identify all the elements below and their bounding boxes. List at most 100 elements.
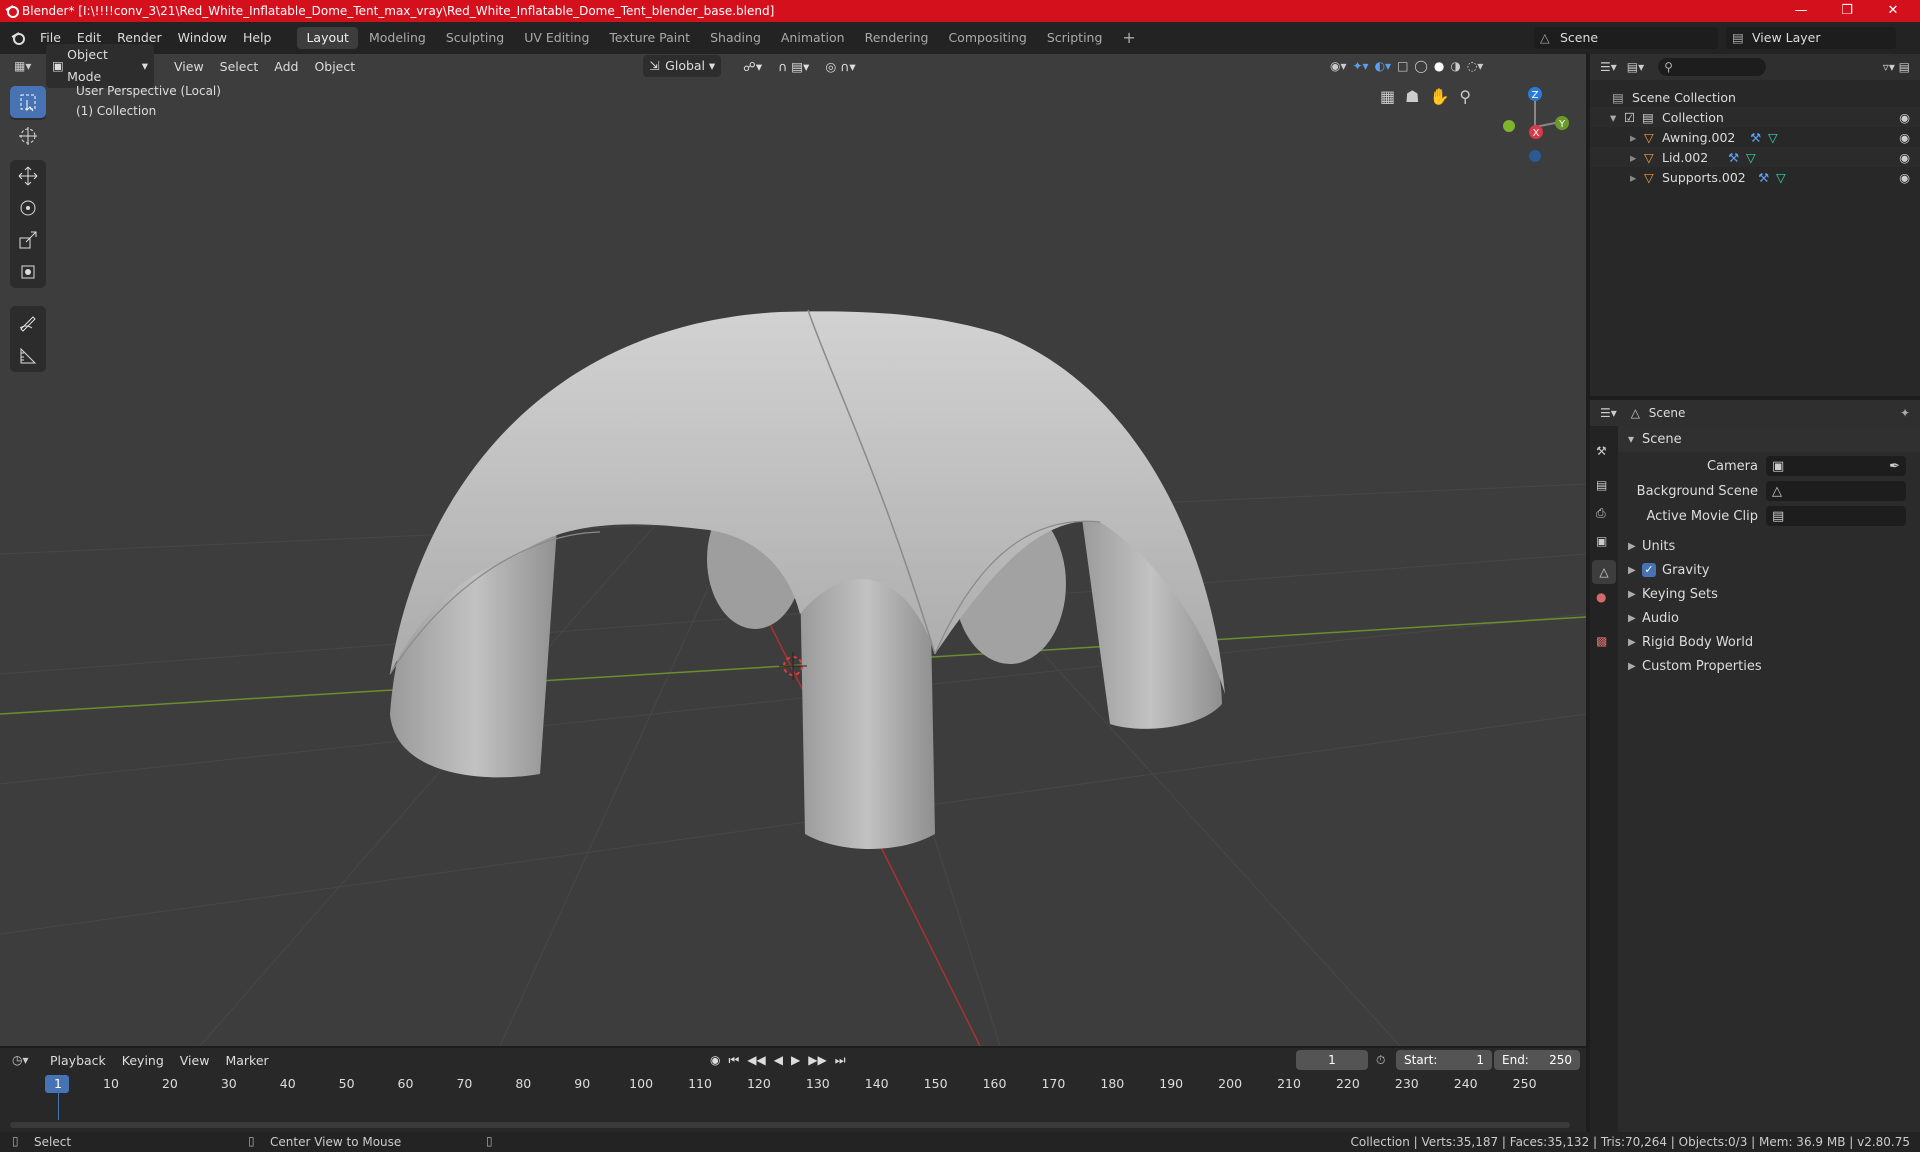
- outliner-row-object[interactable]: ▸ ▽ Supports.002 ⚒ ▽ ◉: [1590, 167, 1920, 187]
- eye-icon[interactable]: ◉: [1899, 170, 1910, 185]
- eye-icon[interactable]: ◉: [1899, 150, 1910, 165]
- play-icon[interactable]: ▶: [791, 1053, 800, 1068]
- outliner-row-collection[interactable]: ▾ ☑ ▤ Collection ◉: [1590, 107, 1920, 127]
- record-icon[interactable]: ◉: [710, 1053, 720, 1068]
- scene-panel-header[interactable]: ▾ Scene: [1618, 426, 1920, 452]
- jump-end-icon[interactable]: ⏭: [835, 1053, 846, 1068]
- view-layer-selector[interactable]: ▤ View Layer: [1726, 27, 1896, 49]
- section-audio[interactable]: ▶ Audio: [1618, 606, 1920, 630]
- section-keying-sets[interactable]: ▶ Keying Sets: [1618, 582, 1920, 606]
- display-mode-icon[interactable]: ▤▾: [1627, 60, 1644, 74]
- select-box-tool[interactable]: [10, 86, 46, 118]
- scene-selector[interactable]: △ Scene: [1534, 27, 1718, 49]
- filter-icon[interactable]: ▿▾ ▤: [1883, 60, 1910, 74]
- close-window-button[interactable]: ✕: [1870, 0, 1916, 22]
- outliner-search-input[interactable]: ⚲: [1658, 58, 1767, 76]
- mesh-data-icon[interactable]: ▽: [1768, 130, 1778, 145]
- section-units[interactable]: ▶ Units: [1618, 534, 1920, 558]
- timeline-menu-playback[interactable]: Playback: [42, 1053, 114, 1068]
- measure-tool[interactable]: [10, 340, 46, 372]
- visibility-icon[interactable]: ◉▾: [1330, 59, 1347, 73]
- snap-icon[interactable]: ∩ ▤▾: [770, 59, 817, 74]
- stopwatch-icon[interactable]: ⏱: [1376, 1053, 1385, 1068]
- checkbox-icon[interactable]: ☑: [1624, 110, 1642, 125]
- menu-help[interactable]: Help: [235, 22, 280, 54]
- expand-arrow-icon[interactable]: ▸: [1630, 150, 1644, 165]
- rotate-tool[interactable]: [10, 192, 46, 224]
- annotate-tool[interactable]: [10, 306, 46, 338]
- tab-shading[interactable]: Shading: [701, 27, 770, 49]
- expand-arrow-icon[interactable]: ▾: [1610, 110, 1624, 125]
- minimize-button[interactable]: —: [1778, 0, 1824, 22]
- eyedropper-icon[interactable]: ✒: [1889, 459, 1900, 474]
- render-tab-icon[interactable]: ▤: [1596, 478, 1607, 492]
- camera-view-icon[interactable]: ☗: [1405, 87, 1419, 106]
- viewport-menu-select[interactable]: Select: [212, 59, 267, 74]
- frame-ruler[interactable]: 1 10 20 30 40 50 60 70 80 90 100 110 120 130 140 150 160…: [0, 1074, 1586, 1094]
- object-mode-dropdown[interactable]: ▣ Object Mode ▾: [46, 44, 154, 88]
- world-tab-icon[interactable]: ●: [1596, 590, 1606, 604]
- move-tool[interactable]: [10, 160, 46, 192]
- outliner-row-object[interactable]: ▸ ▽ Lid.002 ⚒ ▽ ◉: [1590, 147, 1920, 167]
- modifier-wrench-icon[interactable]: ⚒: [1728, 150, 1746, 165]
- view-layer-tab-icon[interactable]: ▣: [1596, 534, 1607, 548]
- tab-animation[interactable]: Animation: [772, 27, 854, 49]
- properties-editor-icon[interactable]: ☰▾: [1600, 406, 1617, 420]
- xray-toggle-icon[interactable]: □: [1397, 59, 1408, 73]
- active-movie-clip-field[interactable]: ▤: [1766, 506, 1906, 526]
- eye-icon[interactable]: ◉: [1899, 110, 1910, 125]
- viewport-menu-add[interactable]: Add: [266, 59, 306, 74]
- section-gravity[interactable]: ▶ ✓ Gravity: [1618, 558, 1920, 582]
- material-shading-icon[interactable]: ◑: [1450, 59, 1460, 73]
- tab-compositing[interactable]: Compositing: [939, 27, 1035, 49]
- eye-icon[interactable]: ◉: [1899, 130, 1910, 145]
- grid-view-icon[interactable]: ▦: [1380, 87, 1395, 106]
- outliner-row-object[interactable]: ▸ ▽ Awning.002 ⚒ ▽ ◉: [1590, 127, 1920, 147]
- jump-start-icon[interactable]: ⏮: [728, 1053, 739, 1068]
- editor-type-icon[interactable]: ▦▾: [14, 59, 44, 73]
- timeline-menu-marker[interactable]: Marker: [217, 1053, 276, 1068]
- tab-sculpting[interactable]: Sculpting: [437, 27, 513, 49]
- transform-tool[interactable]: [10, 256, 46, 288]
- tab-uv-editing[interactable]: UV Editing: [515, 27, 598, 49]
- tab-modeling[interactable]: Modeling: [360, 27, 435, 49]
- camera-field[interactable]: ▣ ✒: [1766, 456, 1906, 476]
- timeline-scrollbar[interactable]: [10, 1122, 1570, 1128]
- proportional-edit-icon[interactable]: ◎ ∩▾: [817, 59, 863, 74]
- zoom-icon[interactable]: ⚲: [1459, 87, 1471, 106]
- timeline-menu-keying[interactable]: Keying: [114, 1053, 172, 1068]
- outliner-row-scene-collection[interactable]: ▤ Scene Collection: [1590, 87, 1920, 107]
- overlay-toggle-icon[interactable]: ◐▾: [1375, 59, 1392, 73]
- prev-keyframe-icon[interactable]: ◀◀: [747, 1053, 765, 1068]
- cursor-tool[interactable]: [10, 120, 46, 152]
- transform-orientation-dropdown[interactable]: ⇲ Global ▾: [643, 55, 722, 77]
- section-custom-properties[interactable]: ▶ Custom Properties: [1618, 654, 1920, 678]
- viewport-menu-object[interactable]: Object: [306, 59, 363, 74]
- timeline-editor-icon[interactable]: ◷▾: [12, 1053, 42, 1067]
- wireframe-shading-icon[interactable]: ◯: [1414, 59, 1427, 73]
- output-tab-icon[interactable]: ⎙: [1596, 506, 1606, 521]
- pivot-icon[interactable]: ☍▾: [735, 59, 770, 74]
- gizmo-toggle-icon[interactable]: ✦▾: [1353, 59, 1369, 73]
- expand-arrow-icon[interactable]: ▸: [1630, 130, 1644, 145]
- tab-texture-paint[interactable]: Texture Paint: [600, 27, 699, 49]
- play-reverse-icon[interactable]: ◀: [774, 1053, 783, 1068]
- outliner-editor-icon[interactable]: ☰▾: [1600, 60, 1617, 74]
- viewport-menu-view[interactable]: View: [166, 59, 212, 74]
- texture-tab-icon[interactable]: ▩: [1596, 634, 1607, 648]
- timeline-menu-view[interactable]: View: [172, 1053, 218, 1068]
- pin-icon[interactable]: ✦: [1900, 406, 1910, 420]
- start-frame-field[interactable]: Start: 1: [1396, 1050, 1492, 1070]
- tab-layout[interactable]: Layout: [297, 27, 358, 49]
- maximize-button[interactable]: ❐: [1824, 0, 1870, 22]
- current-frame-field[interactable]: 1: [1296, 1050, 1368, 1070]
- add-workspace-button[interactable]: +: [1113, 27, 1144, 49]
- tool-tab-icon[interactable]: ⚒: [1596, 444, 1607, 458]
- mesh-data-icon[interactable]: ▽: [1776, 170, 1786, 185]
- modifier-wrench-icon[interactable]: ⚒: [1758, 170, 1776, 185]
- gravity-checkbox[interactable]: ✓: [1642, 563, 1656, 577]
- modifier-wrench-icon[interactable]: ⚒: [1750, 130, 1768, 145]
- rendered-shading-icon[interactable]: ◌▾: [1467, 59, 1484, 73]
- end-frame-field[interactable]: End: 250: [1494, 1050, 1580, 1070]
- background-scene-field[interactable]: △: [1766, 481, 1906, 501]
